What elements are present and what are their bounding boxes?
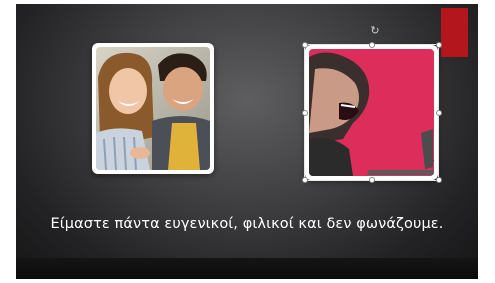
resize-handle-bottom-right[interactable]	[436, 177, 442, 183]
resize-handle-top-left[interactable]	[302, 42, 308, 48]
presentation-canvas: ↻ Είμαστε πάντα ευγενικοί, φιλικοί και δ…	[0, 0, 495, 283]
selection-box[interactable]	[304, 44, 439, 181]
resize-handle-top[interactable]	[369, 42, 375, 48]
rotate-handle-icon[interactable]: ↻	[369, 25, 381, 37]
red-accent-rectangle[interactable]	[441, 8, 468, 57]
resize-handle-right[interactable]	[436, 110, 442, 116]
slide-caption[interactable]: Είμαστε πάντα ευγενικοί, φιλικοί και δεν…	[16, 216, 478, 232]
resize-handle-top-right[interactable]	[436, 42, 442, 48]
resize-handle-bottom-left[interactable]	[302, 177, 308, 183]
happy-couple-image[interactable]	[92, 43, 214, 174]
slide-bottom-band	[16, 258, 478, 279]
happy-couple-photo	[96, 47, 210, 170]
resize-handle-left[interactable]	[302, 110, 308, 116]
resize-handle-bottom[interactable]	[369, 177, 375, 183]
slide[interactable]: ↻ Είμαστε πάντα ευγενικοί, φιλικοί και δ…	[16, 4, 478, 279]
